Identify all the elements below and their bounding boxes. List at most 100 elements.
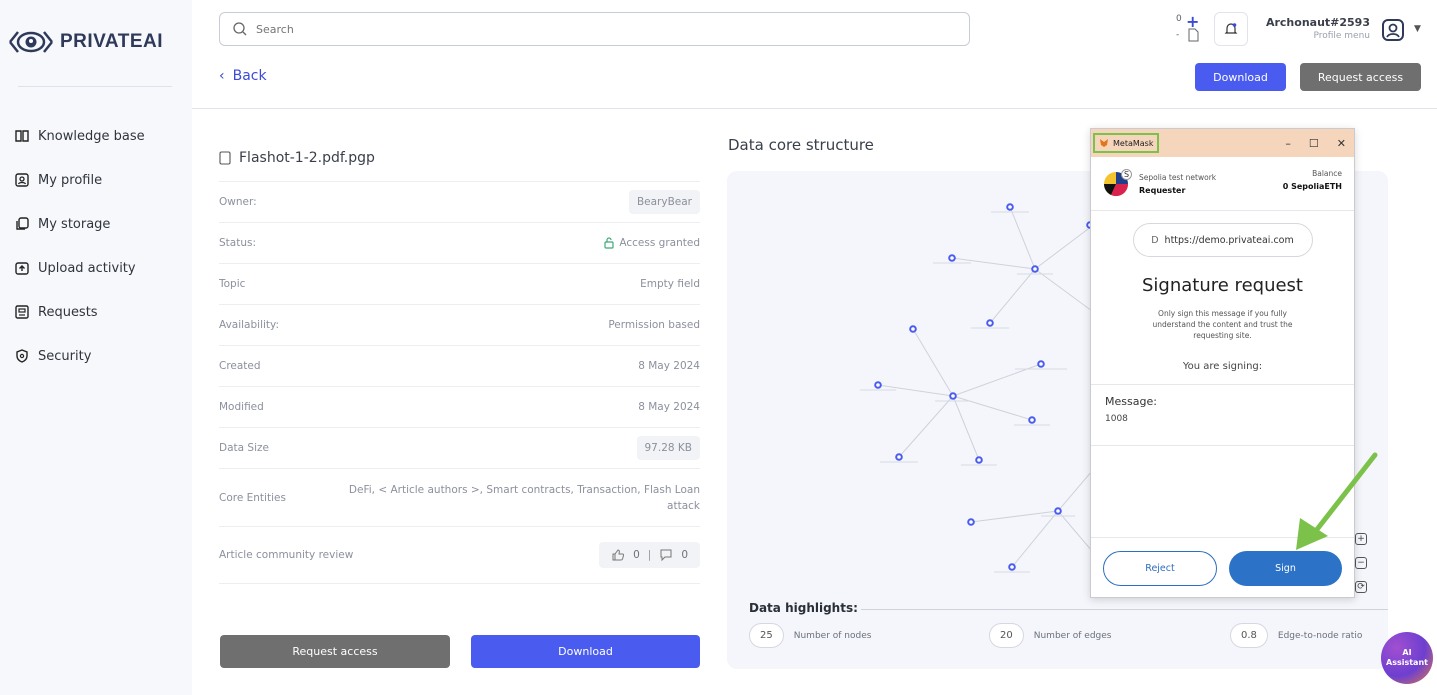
info-row-data-size: Data Size 97.28 KB: [219, 427, 700, 468]
chevron-left-icon: ‹: [219, 68, 225, 84]
likes-count: 0: [633, 549, 640, 561]
sidebar-item-security[interactable]: Security: [14, 334, 145, 378]
chevron-down-icon[interactable]: ▼: [1414, 24, 1421, 34]
profile-icon: [15, 173, 29, 187]
download-button[interactable]: Download: [471, 635, 700, 668]
ai-assistant-button[interactable]: AI Assistant: [1381, 632, 1433, 684]
sidebar-item-my-storage[interactable]: My storage: [14, 202, 145, 246]
graph-node: [975, 456, 983, 464]
info-row-core-entities: Core Entities DeFi, < Article authors >,…: [219, 468, 700, 526]
window-controls: – ☐ ✕: [1285, 137, 1346, 150]
network-name: Sepolia test network: [1139, 172, 1217, 182]
message-label: Message:: [1105, 395, 1157, 408]
dislikes-count: 0: [681, 549, 688, 561]
search-bar[interactable]: [219, 12, 970, 46]
info-key: Status:: [219, 237, 256, 249]
fox-icon: [1100, 139, 1108, 147]
reset-view-icon[interactable]: ⟳: [1355, 581, 1367, 593]
file-title: Flashot-1-2.pdf.pgp: [219, 150, 375, 166]
graph-node: [1054, 507, 1062, 515]
network-info: Sepolia test network Requester: [1139, 173, 1216, 195]
info-row-status: Status: Access granted: [219, 222, 700, 263]
info-row-modified: Modified 8 May 2024: [219, 386, 700, 427]
sidebar-item-label: Security: [38, 348, 92, 364]
file-icon: [1188, 28, 1199, 42]
sidebar-item-label: Knowledge base: [38, 128, 145, 144]
bell-icon: [1224, 23, 1238, 34]
graph-node: [1006, 203, 1014, 211]
sidebar-item-requests[interactable]: Requests: [14, 290, 145, 334]
signature-request-title: Signature request: [1142, 275, 1303, 296]
info-row-topic: Topic Empty field: [219, 263, 700, 304]
zoom-out-icon[interactable]: −: [1355, 557, 1367, 569]
search-icon: [233, 22, 247, 36]
graph-node: [986, 319, 994, 327]
signing-label: You are signing:: [1182, 361, 1263, 372]
stat-label: Number of nodes: [793, 630, 872, 641]
info-row-availability: Availability: Permission based: [219, 304, 700, 345]
request-access-button[interactable]: Request access: [220, 635, 450, 668]
sidebar-item-my-profile[interactable]: My profile: [14, 158, 145, 202]
info-row-owner: Owner: BearyBear: [219, 181, 700, 222]
logo[interactable]: PRIVATEAI: [8, 26, 163, 58]
file-info-table: Owner: BearyBear Status: Access granted …: [219, 181, 700, 584]
notifications-button[interactable]: [1214, 12, 1248, 46]
avatar-icon[interactable]: [1381, 18, 1405, 42]
data-core-title: Data core structure: [728, 136, 874, 154]
stat-label: Number of edges: [1033, 630, 1112, 641]
stat-nodes: 25 Number of nodes: [749, 623, 871, 648]
thumbs-up-icon[interactable]: [611, 548, 625, 562]
download-button-top[interactable]: Download: [1195, 63, 1286, 91]
review-separator: |: [647, 549, 652, 561]
graph-node: [874, 381, 882, 389]
sidebar-item-label: Requests: [38, 304, 98, 320]
maximize-icon[interactable]: ☐: [1309, 137, 1319, 150]
reject-button[interactable]: Reject: [1103, 551, 1217, 586]
created-value: 8 May 2024: [638, 360, 700, 372]
sign-button[interactable]: Sign: [1229, 551, 1342, 586]
sidebar-item-upload-activity[interactable]: Upload activity: [14, 246, 145, 290]
comment-icon[interactable]: [659, 548, 673, 562]
sidebar-nav: Knowledge base My profile My storage Upl…: [14, 114, 145, 378]
sidebar: PRIVATEAI Knowledge base My profile My s…: [0, 0, 192, 695]
balance-value: 0 SepoliaETH: [1282, 182, 1342, 191]
minimize-icon[interactable]: –: [1285, 137, 1291, 150]
search-input[interactable]: [256, 22, 656, 36]
account-initial: S: [1121, 169, 1132, 180]
signature-warning: Only sign this message if you fully unde…: [1152, 309, 1293, 340]
sidebar-item-knowledge-base[interactable]: Knowledge base: [14, 114, 145, 158]
status-value: Access granted: [619, 237, 700, 249]
sidebar-item-label: Upload activity: [38, 260, 136, 276]
file-name: Flashot-1-2.pdf.pgp: [239, 150, 375, 166]
info-key: Core Entities: [219, 491, 286, 504]
shield-icon: [16, 349, 28, 363]
back-link[interactable]: ‹ Back: [219, 68, 267, 84]
info-key: Owner:: [219, 196, 257, 208]
close-icon[interactable]: ✕: [1337, 137, 1346, 150]
info-row-review: Article community review 0 | 0: [219, 526, 700, 584]
graph-node: [895, 453, 903, 461]
upload-counter[interactable]: 0 - +: [1172, 12, 1202, 46]
document-icon: [219, 151, 231, 165]
graph-node: [909, 325, 917, 333]
counter-bottom: -: [1176, 30, 1180, 40]
review-widget: 0 | 0: [599, 542, 700, 568]
site-url: https://demo.privateai.com: [1164, 234, 1294, 246]
metamask-titlebar[interactable]: MetaMask – ☐ ✕: [1091, 129, 1354, 157]
sidebar-divider: [18, 86, 172, 87]
data-size-value: 97.28 KB: [636, 436, 700, 460]
graph-node: [949, 392, 957, 400]
topic-value: Empty field: [640, 278, 700, 290]
request-access-button-top[interactable]: Request access: [1300, 63, 1421, 91]
user-menu[interactable]: Archonaut#2593 Profile menu: [1262, 16, 1370, 41]
stat-ratio: 0.8 Edge-to-node ratio: [1230, 623, 1362, 648]
modified-value: 8 May 2024: [638, 401, 700, 413]
graph-node: [1031, 265, 1039, 273]
stat-label: Edge-to-node ratio: [1277, 630, 1363, 641]
profile-menu-label: Profile menu: [1313, 31, 1370, 41]
requests-icon: [15, 305, 29, 319]
site-initial: D: [1151, 234, 1159, 246]
data-highlights-title: Data highlights:: [749, 601, 858, 615]
header-divider: [192, 108, 1437, 109]
graph-node: [1008, 563, 1016, 571]
